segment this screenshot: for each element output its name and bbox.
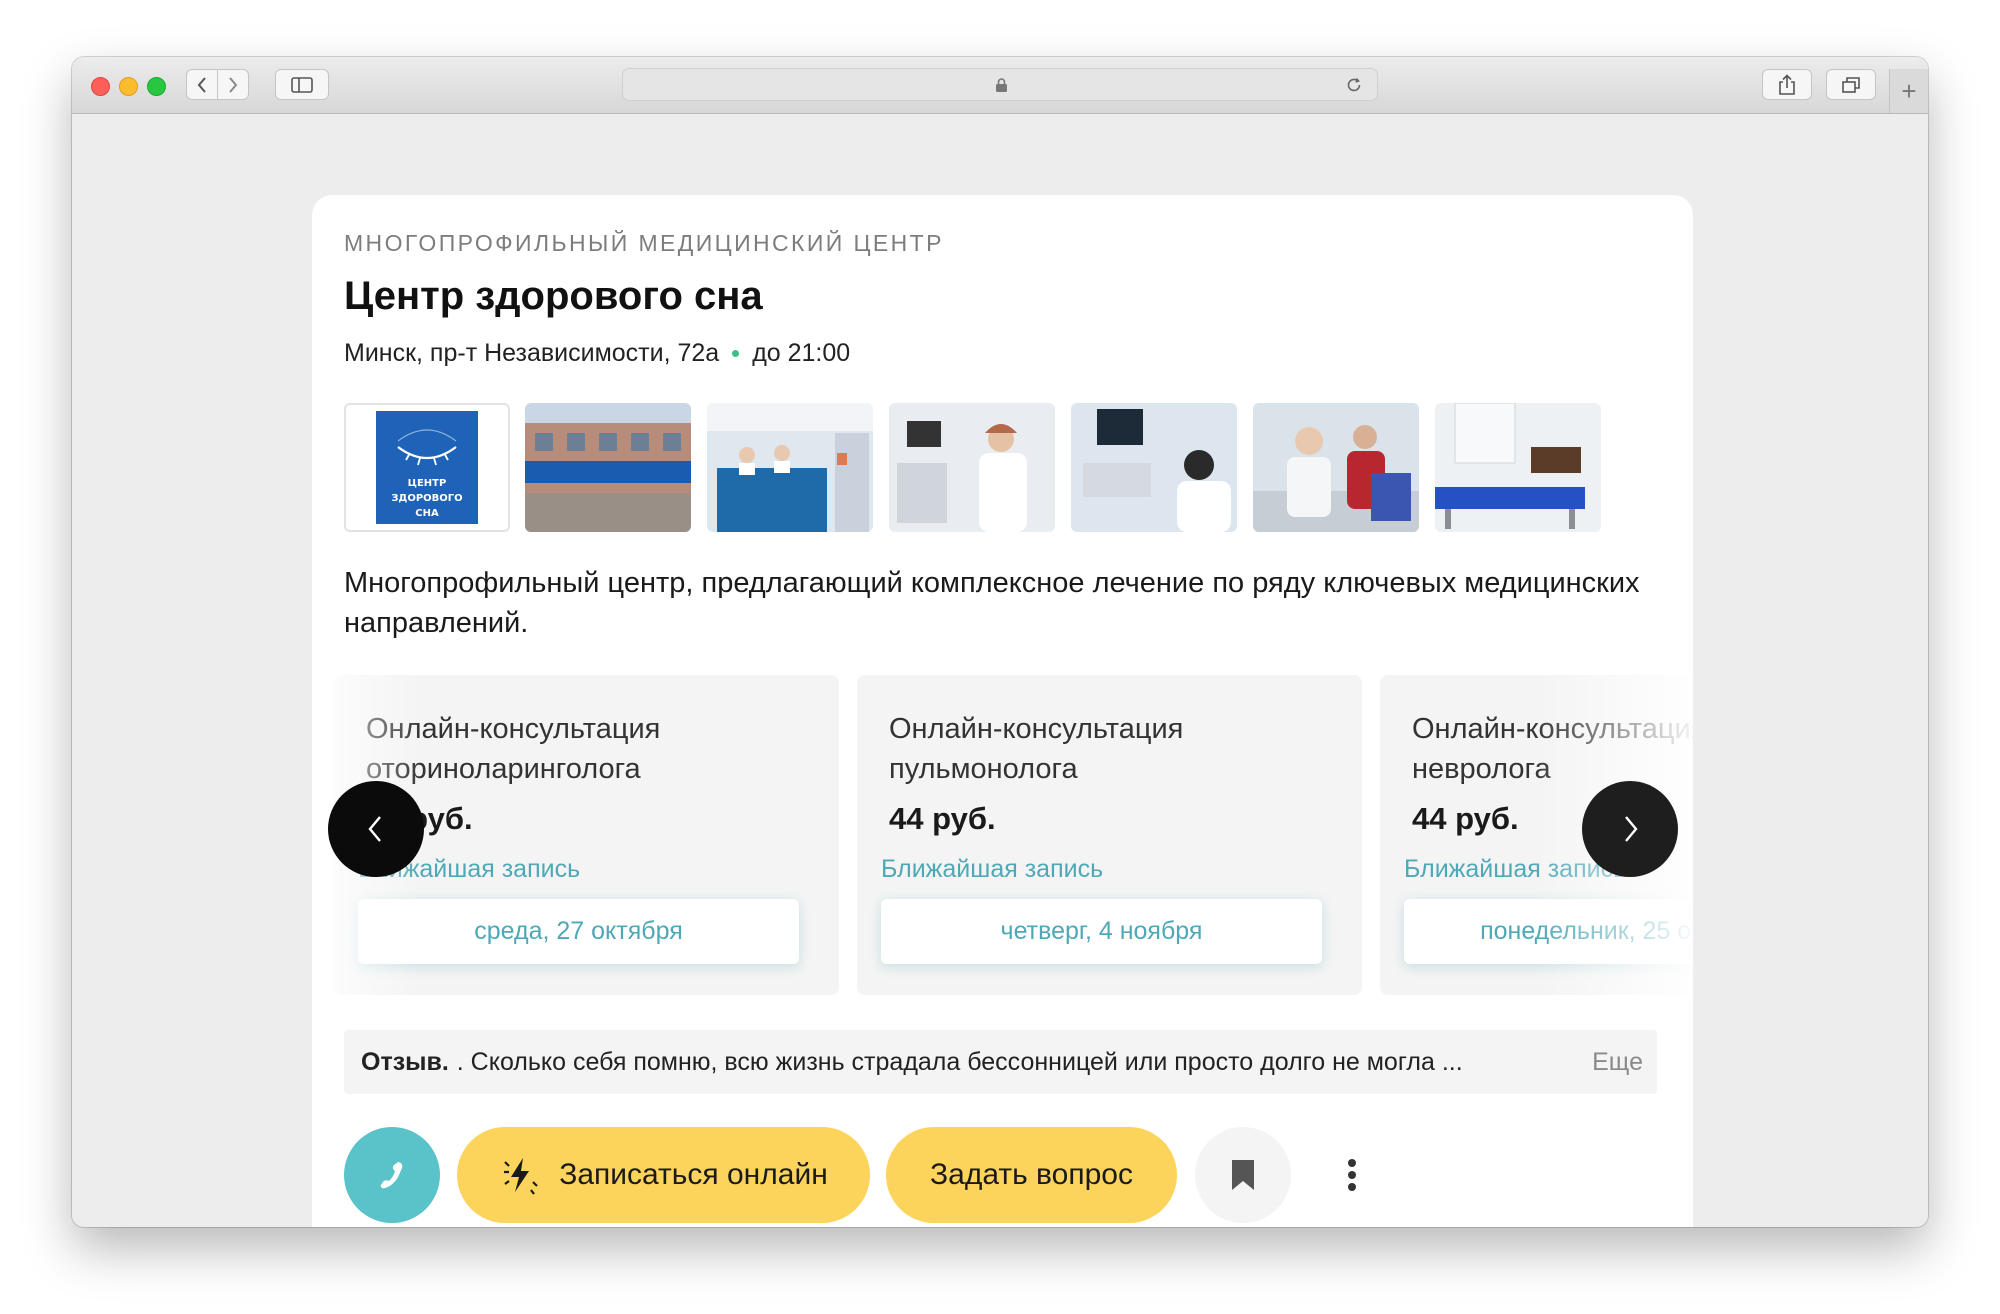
chevron-right-icon bbox=[229, 76, 238, 93]
appointment-date-button[interactable]: четверг, 4 ноября bbox=[881, 899, 1322, 964]
book-online-button[interactable]: Записаться онлайн bbox=[457, 1127, 870, 1223]
phone-icon bbox=[380, 1162, 403, 1189]
svg-text:ЦЕНТР: ЦЕНТР bbox=[408, 478, 447, 489]
sidebar-icon bbox=[291, 76, 313, 93]
gallery-photo-ent-exam[interactable] bbox=[1253, 403, 1419, 532]
review-more-link[interactable]: Еще bbox=[1592, 1048, 1643, 1077]
svg-text:ЗДОРОВОГО: ЗДОРОВОГО bbox=[391, 493, 462, 504]
clinic-name[interactable]: Центр здорового сна bbox=[344, 274, 763, 319]
gallery-photo-reception[interactable] bbox=[707, 403, 873, 532]
bookmark-button[interactable] bbox=[1195, 1127, 1291, 1223]
lock-icon bbox=[996, 78, 1007, 92]
reload-icon[interactable] bbox=[1345, 76, 1363, 94]
svg-text:СНА: СНА bbox=[415, 508, 439, 519]
carousel-next-button[interactable] bbox=[1582, 781, 1678, 877]
tabs-icon bbox=[1842, 76, 1860, 93]
call-button[interactable] bbox=[344, 1127, 440, 1223]
zoom-window-button[interactable] bbox=[147, 77, 166, 96]
service-title: Онлайн-консультация невролога bbox=[1412, 713, 1693, 785]
clinic-category: Многопрофильный медицинский центр bbox=[344, 230, 944, 256]
clinic-description: Многопрофильный центр, предлагающий комп… bbox=[344, 567, 1640, 639]
sidebar-toggle-button[interactable] bbox=[275, 69, 329, 100]
plus-icon: + bbox=[1901, 75, 1917, 106]
gallery-photo-doctor-monitor[interactable] bbox=[1071, 403, 1237, 532]
service-card[interactable]: Онлайн-консультация пульмонолога 44 руб.… bbox=[857, 675, 1362, 995]
new-tab-button[interactable]: + bbox=[1889, 69, 1928, 113]
nearest-appointment-label: Ближайшая запись bbox=[881, 855, 1104, 883]
close-window-button[interactable] bbox=[91, 77, 110, 96]
chevron-left-icon bbox=[197, 76, 206, 93]
clinic-address[interactable]: Минск, пр-т Независимости, 72а bbox=[344, 339, 719, 368]
gallery-photo-building[interactable] bbox=[525, 403, 691, 532]
ask-question-label: Задать вопрос bbox=[930, 1158, 1133, 1191]
clinic-address-row: Минск, пр-т Независимости, 72а до 21:00 bbox=[344, 339, 850, 368]
chevron-left-icon bbox=[368, 816, 381, 842]
open-status-dot bbox=[732, 350, 740, 357]
gallery-photo-treatment-room[interactable] bbox=[1435, 403, 1601, 532]
service-title: Онлайн-консультация пульмонолога bbox=[889, 713, 1184, 785]
share-icon bbox=[1779, 73, 1795, 95]
page-viewport: Многопрофильный медицинский центр Центр … bbox=[72, 114, 1928, 1227]
carousel-prev-button[interactable] bbox=[328, 781, 424, 877]
review-text: . Сколько себя помню, всю жизнь страдала… bbox=[456, 1047, 1463, 1076]
forward-button[interactable] bbox=[217, 69, 249, 100]
share-button[interactable] bbox=[1762, 69, 1812, 100]
gallery-photo-ultrasound[interactable] bbox=[889, 403, 1055, 532]
back-button[interactable] bbox=[186, 69, 218, 100]
chevron-right-icon bbox=[1625, 816, 1638, 842]
appointment-date-button[interactable]: понедельник, 25 октября bbox=[1404, 899, 1693, 964]
service-price: 44 руб. bbox=[1412, 801, 1519, 836]
more-options-button[interactable] bbox=[1324, 1147, 1380, 1203]
minimize-window-button[interactable] bbox=[119, 77, 138, 96]
browser-window: + Многопрофильный медицинский центр Цент… bbox=[72, 57, 1928, 1227]
sparkle-bolt-icon bbox=[504, 1158, 538, 1195]
address-bar[interactable] bbox=[622, 68, 1378, 101]
book-online-label: Записаться онлайн bbox=[559, 1158, 828, 1191]
browser-toolbar: + bbox=[72, 57, 1928, 114]
review-label: Отзыв. bbox=[361, 1047, 449, 1076]
bookmark-icon bbox=[1232, 1160, 1254, 1190]
review-snippet[interactable]: Отзыв. . Сколько себя помню, всю жизнь с… bbox=[344, 1030, 1657, 1094]
clinic-logo: ЦЕНТР ЗДОРОВОГО СНА bbox=[376, 411, 478, 524]
clinic-hours: до 21:00 bbox=[752, 339, 851, 367]
service-title: Онлайн-консультация оториноларинголога bbox=[366, 713, 661, 785]
ask-question-button[interactable]: Задать вопрос bbox=[886, 1127, 1177, 1223]
clinic-card: Многопрофильный медицинский центр Центр … bbox=[312, 195, 1693, 1227]
tab-overview-button[interactable] bbox=[1826, 69, 1876, 100]
appointment-date-button[interactable]: среда, 27 октября bbox=[358, 899, 799, 964]
gallery-logo-photo[interactable]: ЦЕНТР ЗДОРОВОГО СНА bbox=[344, 403, 510, 532]
more-vertical-icon bbox=[1348, 1159, 1356, 1191]
service-price: 44 руб. bbox=[889, 801, 996, 836]
